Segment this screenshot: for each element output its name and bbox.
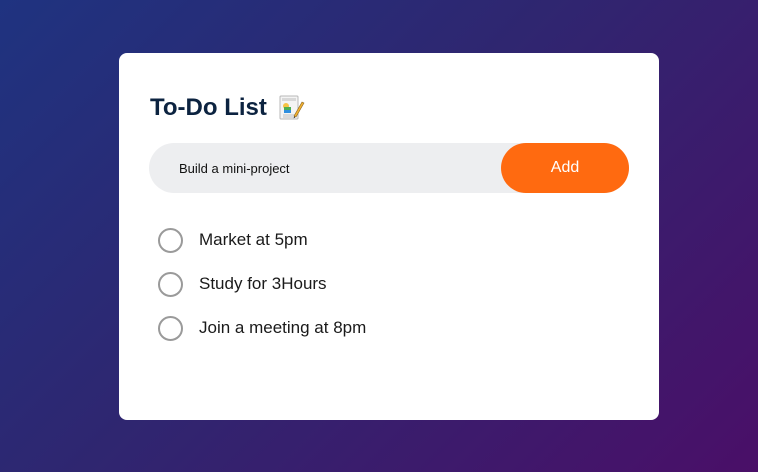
task-input-row: Add <box>149 143 629 193</box>
task-label: Market at 5pm <box>199 230 308 249</box>
memo-icon <box>277 94 305 122</box>
task-label: Study for 3Hours <box>199 274 327 293</box>
title-row: To-Do List <box>150 93 305 123</box>
task-checkbox[interactable] <box>158 227 183 253</box>
task-input[interactable] <box>149 143 501 193</box>
task-checkbox[interactable] <box>158 271 183 297</box>
list-item[interactable]: Join a meeting at 8pm <box>158 315 366 341</box>
add-button[interactable]: Add <box>501 143 629 193</box>
list-item[interactable]: Market at 5pm <box>158 227 366 253</box>
task-label: Join a meeting at 8pm <box>199 318 367 337</box>
page-title: To-Do List <box>150 94 267 121</box>
task-checkbox[interactable] <box>158 315 183 341</box>
todo-card: To-Do List Add Market at 5pm St <box>119 53 659 420</box>
list-item[interactable]: Study for 3Hours <box>158 271 366 297</box>
task-list: Market at 5pm Study for 3Hours Join a me… <box>158 227 366 359</box>
